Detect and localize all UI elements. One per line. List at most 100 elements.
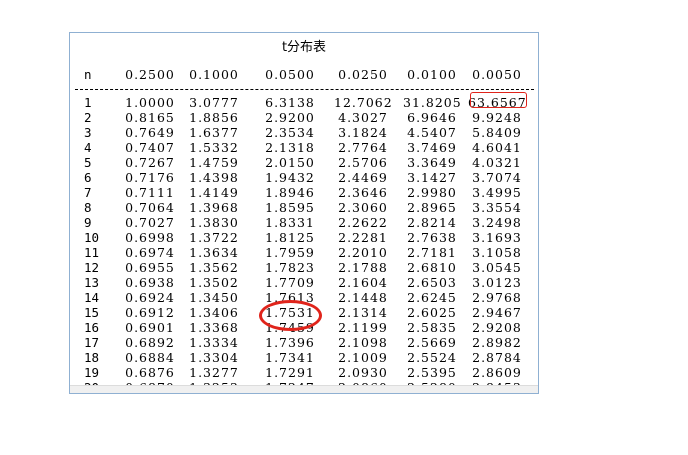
table-cell: 2.9768 bbox=[472, 290, 522, 305]
horizontal-scrollbar[interactable] bbox=[70, 385, 538, 393]
table-cell: 0.7064 bbox=[125, 200, 175, 215]
row-index-cell: 2 bbox=[84, 110, 92, 125]
table-cell: 3.2498 bbox=[472, 215, 522, 230]
table-cell: 3.4995 bbox=[472, 185, 522, 200]
highlight-oval bbox=[259, 300, 322, 331]
table-cell: 3.7074 bbox=[472, 170, 522, 185]
table-cell: 0.7267 bbox=[125, 155, 175, 170]
table-cell: 2.1604 bbox=[338, 275, 388, 290]
table-cell: 2.8965 bbox=[407, 200, 457, 215]
table-cell: 1.5332 bbox=[189, 140, 239, 155]
table-cell: 2.5524 bbox=[407, 350, 457, 365]
table-cell: 2.2622 bbox=[338, 215, 388, 230]
table-cell: 3.0123 bbox=[472, 275, 522, 290]
table-cell: 4.5407 bbox=[407, 125, 457, 140]
table-cell: 1.3406 bbox=[189, 305, 239, 320]
table-cell: 0.6924 bbox=[125, 290, 175, 305]
table-cell: 1.3502 bbox=[189, 275, 239, 290]
table-row: 10 0.6998 1.3722 1.8125 2.2281 2.7638 3.1693 bbox=[70, 230, 538, 246]
row-index-cell: 18 bbox=[84, 350, 100, 365]
table-cell: 2.6503 bbox=[407, 275, 457, 290]
table-cell: 1.4398 bbox=[189, 170, 239, 185]
row-index-cell: 8 bbox=[84, 200, 92, 215]
table-cell: 6.3138 bbox=[265, 95, 315, 110]
row-index-cell: 12 bbox=[84, 260, 100, 275]
table-cell: 31.8205 bbox=[403, 95, 462, 110]
table-cell: 2.7181 bbox=[407, 245, 457, 260]
table-cell: 2.1448 bbox=[338, 290, 388, 305]
table-cell: 1.8595 bbox=[265, 200, 315, 215]
table-cell: 1.8331 bbox=[265, 215, 315, 230]
table-cell: 2.1314 bbox=[338, 305, 388, 320]
table-cell: 0.6901 bbox=[125, 320, 175, 335]
table-cell: 2.8609 bbox=[472, 365, 522, 380]
table-cell: 2.8784 bbox=[472, 350, 522, 365]
table-cell: 1.3634 bbox=[189, 245, 239, 260]
table-cell: 0.7027 bbox=[125, 215, 175, 230]
table-cell: 1.8125 bbox=[265, 230, 315, 245]
table-cell: 2.2281 bbox=[338, 230, 388, 245]
table-cell: 2.7764 bbox=[338, 140, 388, 155]
table-cell: 2.1009 bbox=[338, 350, 388, 365]
table-cell: 0.6998 bbox=[125, 230, 175, 245]
header-cell: 0.2500 bbox=[125, 67, 175, 82]
table-cell: 1.9432 bbox=[265, 170, 315, 185]
table-cell: 1.3304 bbox=[189, 350, 239, 365]
table-cell: 4.6041 bbox=[472, 140, 522, 155]
table-cell: 4.3027 bbox=[338, 110, 388, 125]
table-cell: 1.7396 bbox=[265, 335, 315, 350]
table-cell: 9.9248 bbox=[472, 110, 522, 125]
table-cell: 2.3060 bbox=[338, 200, 388, 215]
table-cell: 6.9646 bbox=[407, 110, 457, 125]
header-cell: 0.0100 bbox=[407, 67, 457, 82]
header-cell: 0.0050 bbox=[472, 67, 522, 82]
table-cell: 2.5835 bbox=[407, 320, 457, 335]
table-cell: 1.3968 bbox=[189, 200, 239, 215]
table-cell: 2.7638 bbox=[407, 230, 457, 245]
t-table-frame: t分布表 n 0.2500 0.1000 0.0500 0.0250 0.010… bbox=[69, 32, 539, 394]
header-row: n 0.2500 0.1000 0.0500 0.0250 0.0100 0.0… bbox=[70, 67, 538, 83]
row-index-cell: 11 bbox=[84, 245, 100, 260]
table-cell: 3.3554 bbox=[472, 200, 522, 215]
table-cell: 4.0321 bbox=[472, 155, 522, 170]
row-index-cell: 13 bbox=[84, 275, 100, 290]
table-cell: 1.7959 bbox=[265, 245, 315, 260]
table-cell: 2.1098 bbox=[338, 335, 388, 350]
row-index-cell: 16 bbox=[84, 320, 100, 335]
row-index-cell: 1 bbox=[84, 95, 92, 110]
row-index-cell: 6 bbox=[84, 170, 92, 185]
table-cell: 1.3830 bbox=[189, 215, 239, 230]
table-cell: 2.8982 bbox=[472, 335, 522, 350]
table-cell: 1.3722 bbox=[189, 230, 239, 245]
table-cell: 1.7823 bbox=[265, 260, 315, 275]
table-cell: 2.1318 bbox=[265, 140, 315, 155]
row-index-cell: 4 bbox=[84, 140, 92, 155]
table-cell: 1.4759 bbox=[189, 155, 239, 170]
table-cell: 1.6377 bbox=[189, 125, 239, 140]
table-row: 2 0.8165 1.8856 2.9200 4.3027 6.9646 9.9248 bbox=[70, 110, 538, 126]
table-cell: 2.3646 bbox=[338, 185, 388, 200]
table-cell: 1.3450 bbox=[189, 290, 239, 305]
table-cell: 1.7291 bbox=[265, 365, 315, 380]
table-cell: 3.3649 bbox=[407, 155, 457, 170]
table-cell: 2.9467 bbox=[472, 305, 522, 320]
table-cell: 0.6974 bbox=[125, 245, 175, 260]
header-cell: 0.0500 bbox=[265, 67, 315, 82]
row-index-cell: 19 bbox=[84, 365, 100, 380]
row-index-cell: 15 bbox=[84, 305, 100, 320]
table-cell: 1.8946 bbox=[265, 185, 315, 200]
table-cell: 2.1788 bbox=[338, 260, 388, 275]
table-cell: 2.6810 bbox=[407, 260, 457, 275]
table-row: 6 0.7176 1.4398 1.9432 2.4469 3.1427 3.7074 bbox=[70, 170, 538, 186]
table-row: 11 0.6974 1.3634 1.7959 2.2010 2.7181 3.1058 bbox=[70, 245, 538, 261]
table-cell: 2.9208 bbox=[472, 320, 522, 335]
table-cell: 0.6912 bbox=[125, 305, 175, 320]
row-index-cell: 10 bbox=[84, 230, 100, 245]
table-cell: 3.1824 bbox=[338, 125, 388, 140]
table-cell: 2.5669 bbox=[407, 335, 457, 350]
table-row: 3 0.7649 1.6377 2.3534 3.1824 4.5407 5.8409 bbox=[70, 125, 538, 141]
table-cell: 0.6955 bbox=[125, 260, 175, 275]
header-cell: 0.0250 bbox=[338, 67, 388, 82]
table-row: 18 0.6884 1.3304 1.7341 2.1009 2.5524 2.8784 bbox=[70, 350, 538, 366]
row-index-cell: 3 bbox=[84, 125, 92, 140]
